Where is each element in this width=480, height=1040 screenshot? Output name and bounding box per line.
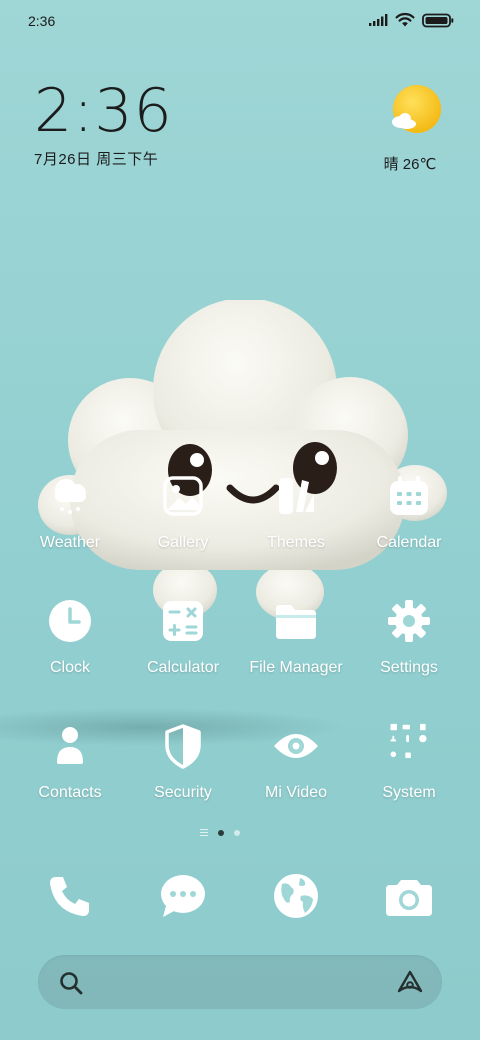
app-clock[interactable]: Clock [15, 597, 125, 677]
clock-time: 2:36 [34, 76, 173, 146]
gallery-icon [159, 472, 207, 520]
app-weather[interactable]: Weather [15, 472, 125, 552]
app-label: Contacts [38, 784, 102, 801]
app-label: System [382, 784, 436, 801]
app-label: Security [154, 784, 212, 801]
status-time: 2:36 [28, 13, 56, 29]
dock-camera[interactable] [381, 868, 437, 924]
gear-icon [385, 597, 433, 645]
page-dot-2 [234, 829, 240, 836]
dock-phone[interactable] [42, 868, 98, 924]
app-security[interactable]: Security [128, 722, 238, 802]
themes-icon [272, 472, 320, 520]
folder-icon [272, 597, 320, 645]
dock-messages[interactable] [155, 868, 211, 924]
cloud-mascot-wallpaper [38, 300, 447, 620]
app-label: Mi Video [265, 784, 327, 801]
camera-icon [386, 880, 432, 916]
calendar-icon [385, 472, 433, 520]
signal-icon [369, 14, 388, 26]
weather-icon [46, 472, 94, 520]
dock-browser[interactable] [268, 868, 324, 924]
shield-icon [159, 722, 207, 770]
battery-icon [422, 13, 454, 27]
calculator-icon [159, 597, 207, 645]
page-indicator[interactable] [200, 829, 240, 836]
app-label: Clock [49, 659, 90, 676]
app-system-folder[interactable]: System [354, 722, 464, 802]
eye-icon [272, 722, 320, 770]
app-gallery[interactable]: Gallery [128, 472, 238, 552]
messages-icon [161, 875, 205, 917]
app-label: Calculator [146, 659, 220, 676]
status-bar: 2:36 [0, 0, 480, 42]
assistant-icon[interactable] [396, 969, 424, 995]
page-dot-1 [218, 829, 224, 836]
phone-icon [50, 877, 89, 916]
clock-icon [46, 597, 94, 645]
app-mi-video[interactable]: Mi Video [241, 722, 351, 802]
browser-globe-icon [274, 874, 318, 918]
app-label: Themes [267, 534, 325, 551]
app-label: Gallery [157, 534, 209, 551]
sunny-icon [392, 85, 441, 133]
clock-widget[interactable]: 2:36 7月26日 周三下午 [34, 80, 173, 169]
app-label: Settings [380, 659, 438, 676]
app-label: Calendar [376, 534, 442, 551]
clock-date: 7月26日 周三下午 [34, 151, 159, 168]
app-contacts[interactable]: Contacts [15, 722, 125, 802]
search-bar[interactable] [38, 955, 442, 1009]
app-calculator[interactable]: Calculator [128, 597, 238, 677]
weather-text: 晴 26℃ [383, 156, 437, 173]
status-icons [368, 12, 454, 28]
weather-widget[interactable]: 晴 26℃ [384, 84, 446, 174]
app-label: Weather [39, 534, 101, 551]
app-drawer-icon [200, 829, 208, 836]
app-label: File Manager [249, 659, 343, 676]
search-icon [60, 972, 83, 995]
app-file-manager[interactable]: File Manager [241, 597, 351, 677]
app-settings[interactable]: Settings [354, 597, 464, 677]
contact-icon [46, 722, 94, 770]
wifi-icon [395, 12, 415, 27]
app-themes[interactable]: Themes [241, 472, 351, 552]
app-calendar[interactable]: Calendar [354, 472, 464, 552]
system-folder-icon [385, 722, 433, 770]
